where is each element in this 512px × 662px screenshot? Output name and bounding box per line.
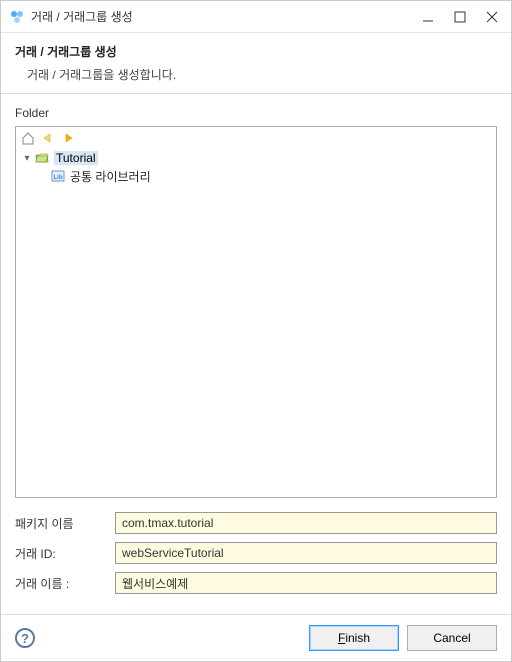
maximize-icon[interactable] — [453, 10, 467, 24]
package-name-label: 패키지 이름 — [15, 515, 115, 532]
form-row-tx-name: 거래 이름 : — [15, 572, 497, 594]
form-row-tx-id: 거래 ID: — [15, 542, 497, 564]
titlebar: 거래 / 거래그룹 생성 — [1, 1, 511, 33]
finish-button[interactable]: Finish — [309, 625, 399, 651]
form-row-package: 패키지 이름 — [15, 512, 497, 534]
tx-id-label: 거래 ID: — [15, 545, 115, 562]
form-area: 패키지 이름 거래 ID: 거래 이름 : — [15, 512, 497, 602]
library-icon: Lib — [50, 168, 66, 184]
footer-buttons: Finish Cancel — [309, 625, 497, 651]
finish-label-suffix: inish — [345, 631, 370, 645]
tree-expander-icon[interactable]: ▾ — [20, 153, 34, 164]
dialog-title: 거래 / 거래그룹 생성 — [15, 43, 497, 60]
tree-node-label: 공통 라이브러리 — [70, 168, 151, 185]
minimize-icon[interactable] — [421, 10, 435, 24]
forward-arrow-icon[interactable] — [60, 130, 76, 146]
tree-toolbar — [16, 127, 496, 149]
tree-node-common-lib[interactable]: Lib 공통 라이브러리 — [20, 167, 492, 185]
dialog-header: 거래 / 거래그룹 생성 거래 / 거래그룹을 생성합니다. — [1, 33, 511, 94]
tx-name-label: 거래 이름 : — [15, 575, 115, 592]
package-name-field[interactable] — [115, 512, 497, 534]
folder-open-icon — [34, 150, 50, 166]
dialog-description: 거래 / 거래그룹을 생성합니다. — [15, 66, 497, 83]
help-button[interactable]: ? — [15, 628, 35, 648]
cancel-button[interactable]: Cancel — [407, 625, 497, 651]
tree-content: ▾ Tutorial Lib 공통 라이브러리 — [16, 149, 496, 497]
dialog-content: Folder ▾ Tutorial — [1, 94, 511, 614]
app-icon — [9, 9, 25, 25]
tree-node-label: Tutorial — [54, 151, 98, 165]
window-title: 거래 / 거래그룹 생성 — [31, 8, 421, 25]
svg-text:Lib: Lib — [54, 175, 63, 181]
close-icon[interactable] — [485, 10, 499, 24]
back-arrow-icon[interactable] — [40, 130, 56, 146]
home-icon[interactable] — [20, 130, 36, 146]
help-icon: ? — [21, 631, 29, 646]
folder-tree: ▾ Tutorial Lib 공통 라이브러리 — [15, 126, 497, 498]
folder-label: Folder — [15, 106, 497, 120]
dialog-footer: ? Finish Cancel — [1, 614, 511, 661]
tx-id-field[interactable] — [115, 542, 497, 564]
tree-node-tutorial[interactable]: ▾ Tutorial — [20, 149, 492, 167]
tx-name-field[interactable] — [115, 572, 497, 594]
titlebar-controls — [421, 10, 503, 24]
